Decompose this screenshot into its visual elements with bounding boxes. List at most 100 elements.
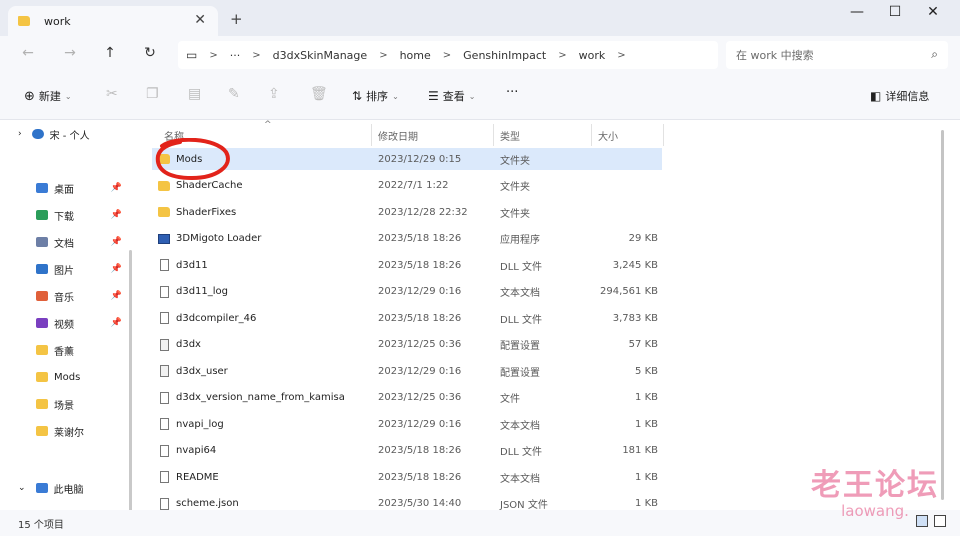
- folder-icon: [158, 207, 170, 217]
- sidebar-scrollbar[interactable]: [129, 250, 132, 530]
- breadcrumb-separator: >: [558, 49, 567, 61]
- rename-icon[interactable]: ✎: [228, 86, 240, 102]
- sort-button[interactable]: ⇅ 排序 ⌄: [352, 88, 399, 104]
- search-input[interactable]: 在 work 中搜索 ⌕: [726, 41, 948, 69]
- sidebar-item[interactable]: 视频 📌: [0, 311, 126, 335]
- sidebar-item[interactable]: 桌面 📌: [0, 176, 126, 200]
- copy-icon[interactable]: ❐: [146, 86, 159, 102]
- sidebar-item-label: 视频: [54, 319, 74, 331]
- minimize-button[interactable]: —: [842, 4, 872, 20]
- view-icon: ☰: [428, 89, 439, 103]
- sidebar-item[interactable]: 场景: [0, 392, 126, 416]
- tab-work[interactable]: work ✕: [8, 6, 218, 36]
- sidebar-item[interactable]: 莱谢尔: [0, 419, 126, 443]
- chevron-right-icon: ›: [18, 129, 22, 139]
- folder-icon: [36, 399, 48, 409]
- cut-icon[interactable]: ✂: [106, 86, 118, 102]
- pin-icon: 📌: [110, 318, 122, 328]
- file-type: 文件夹: [500, 182, 530, 193]
- details-pane-icon: ◧: [870, 89, 882, 103]
- paste-icon[interactable]: ▤: [188, 86, 201, 102]
- file-name: 3DMigoto Loader: [176, 233, 262, 244]
- column-header-size[interactable]: 大小: [592, 124, 664, 146]
- refresh-button[interactable]: ↻: [140, 45, 160, 61]
- new-label: 新建: [38, 90, 61, 103]
- breadcrumb-d3dxskinmanage[interactable]: d3dxSkinManage: [273, 49, 368, 62]
- file-name-cell: d3dx_version_name_from_kamisa: [158, 391, 345, 404]
- file-list-scrollbar[interactable]: [941, 130, 944, 500]
- file-row[interactable]: nvapi64 2023/5/18 18:26 DLL 文件 181 KB: [152, 440, 662, 462]
- file-explorer-window: work ✕ + — ☐ ✕ ← → ↑ ↻ ▭ > ··· > d3dxSki…: [0, 0, 960, 536]
- new-tab-button[interactable]: +: [230, 10, 243, 28]
- details-pane-button[interactable]: ◧ 详细信息: [870, 88, 929, 104]
- breadcrumb-work[interactable]: work: [579, 49, 606, 62]
- file-icon: [160, 471, 169, 483]
- column-header-type[interactable]: 类型: [494, 124, 592, 146]
- sidebar-item[interactable]: 音乐 📌: [0, 284, 126, 308]
- sidebar-item[interactable]: 文档 📌: [0, 230, 126, 254]
- back-button[interactable]: ←: [18, 45, 38, 61]
- breadcrumb-home[interactable]: home: [400, 49, 431, 62]
- file-row[interactable]: d3dx 2023/12/25 0:36 配置设置 57 KB: [152, 334, 662, 356]
- file-type: 文件: [500, 394, 520, 405]
- file-name: Mods: [176, 153, 203, 165]
- file-date: 2023/12/25 0:36: [378, 339, 462, 350]
- sidebar-item[interactable]: Mods: [0, 365, 126, 389]
- folder-icon: [18, 16, 30, 26]
- chevron-down-icon: ⌄: [468, 91, 476, 101]
- column-header-name[interactable]: 名称: [158, 124, 372, 146]
- pin-icon: 📌: [110, 237, 122, 247]
- folder-icon: [158, 154, 170, 164]
- file-name-cell: d3d11: [158, 259, 208, 271]
- file-name: d3dx_version_name_from_kamisa: [176, 392, 345, 403]
- file-row[interactable]: d3dx_user 2023/12/29 0:16 配置设置 5 KB: [152, 360, 662, 382]
- delete-icon[interactable]: 🗑: [310, 86, 328, 102]
- file-row[interactable]: nvapi_log 2023/12/29 0:16 文本文档 1 KB: [152, 413, 662, 435]
- command-bar: ⊕ 新建 ⌄ ✂ ❐ ▤ ✎ ⇪ 🗑 ⇅ 排序 ⌄ ☰ 查看 ⌄ ··· ◧ 详…: [0, 74, 960, 120]
- sidebar-item-label: 场景: [54, 400, 74, 412]
- file-row[interactable]: README 2023/5/18 18:26 文本文档 1 KB: [152, 466, 662, 488]
- file-row[interactable]: ShaderFixes 2023/12/28 22:32 文件夹: [152, 201, 662, 223]
- pictures-icon: [36, 264, 48, 274]
- maximize-button[interactable]: ☐: [880, 4, 910, 20]
- file-size: 5 KB: [635, 365, 658, 377]
- file-size: 1 KB: [635, 498, 658, 509]
- breadcrumb-genshinimpact[interactable]: GenshinImpact: [463, 49, 546, 62]
- file-type: DLL 文件: [500, 314, 543, 326]
- address-path[interactable]: ▭ > ··· > d3dxSkinManage > home > Genshi…: [178, 41, 718, 69]
- file-row[interactable]: Mods 2023/12/29 0:15 文件夹: [152, 148, 662, 170]
- breadcrumb-more[interactable]: ···: [230, 49, 241, 62]
- file-icon: [160, 444, 169, 457]
- file-row[interactable]: ShaderCache 2022/7/1 1:22 文件夹: [152, 175, 662, 197]
- close-window-button[interactable]: ✕: [918, 4, 948, 20]
- view-button[interactable]: ☰ 查看 ⌄: [428, 88, 475, 104]
- sidebar-item[interactable]: 下载 📌: [0, 203, 126, 227]
- breadcrumb-separator: >: [442, 49, 452, 61]
- breadcrumb-separator: >: [379, 49, 388, 61]
- up-button[interactable]: ↑: [100, 45, 120, 61]
- sidebar-item[interactable]: 香薰: [0, 338, 126, 362]
- column-header-date[interactable]: 修改日期: [372, 124, 494, 146]
- file-row[interactable]: d3dcompiler_46 2023/5/18 18:26 DLL 文件 3,783…: [152, 307, 662, 329]
- sidebar-item[interactable]: 图片 📌: [0, 257, 126, 281]
- file-date: 2023/5/18 18:26: [378, 445, 462, 456]
- sidebar-item-label: 宋 - 个人: [49, 130, 90, 142]
- sidebar-item-this-pc[interactable]: ⌄ 此电脑: [0, 476, 126, 500]
- file-name-cell: d3dx_user: [158, 365, 228, 377]
- share-icon[interactable]: ⇪: [268, 86, 280, 102]
- file-row[interactable]: d3d11_log 2023/12/29 0:16 文本文档 294,561 KB: [152, 281, 662, 303]
- file-name: d3dcompiler_46: [176, 312, 257, 324]
- file-row[interactable]: d3dx_version_name_from_kamisa 2023/12/25 …: [152, 387, 662, 409]
- new-button[interactable]: ⊕ 新建 ⌄: [24, 88, 72, 104]
- sidebar-item-label: 桌面: [54, 184, 74, 196]
- more-options-button[interactable]: ···: [506, 85, 518, 100]
- file-row[interactable]: d3d11 2023/5/18 18:26 DLL 文件 3,245 KB: [152, 254, 662, 276]
- file-row[interactable]: 3DMigoto Loader 2023/5/18 18:26 应用程序 29 KB: [152, 228, 662, 250]
- tab-close-icon[interactable]: ✕: [194, 12, 206, 28]
- documents-icon: [36, 237, 48, 247]
- file-type: 文本文档: [500, 288, 540, 299]
- forward-button[interactable]: →: [60, 45, 80, 61]
- file-name-cell: d3dcompiler_46: [158, 312, 256, 324]
- watermark: 老王论坛 laowang.: [800, 460, 950, 520]
- sidebar-item-onedrive[interactable]: › 宋 - 个人: [0, 122, 126, 146]
